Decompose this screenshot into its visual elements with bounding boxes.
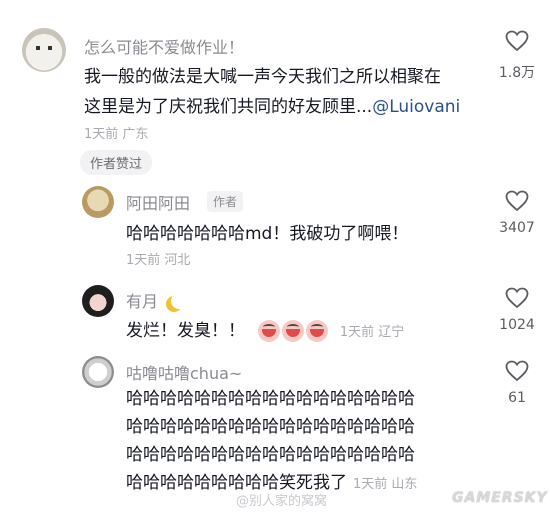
- time-location: 1天前 辽宁: [339, 325, 405, 340]
- laughing-crying-emoji-icon: [306, 320, 329, 342]
- heart-outline-icon: [505, 30, 529, 52]
- avatar-eyes: [36, 46, 52, 50]
- comment-username[interactable]: 咕噜咕噜chua~: [126, 360, 242, 384]
- like-button[interactable]: [505, 287, 529, 309]
- comment-text-line: 这里是为了庆祝我们共同的好友顾里...@Luiovani: [84, 92, 460, 122]
- avatar[interactable]: [22, 28, 66, 72]
- comment-text-line: 这里是为了庆祝我们共同的好友顾里...: [84, 97, 373, 117]
- like-count: 61: [508, 390, 526, 406]
- time-location: 1天前 河北: [126, 253, 191, 268]
- watermark: @别人家的窝窝: [236, 494, 328, 509]
- comment-username-label[interactable]: 有月: [126, 292, 158, 311]
- time-location: 1天前 山东: [353, 477, 418, 492]
- comment-text-value: 发烂！发臭！！: [126, 321, 245, 341]
- like-button[interactable]: [505, 360, 529, 382]
- comment-text: 我一般的做法是大喊一声今天我们之所以相聚在 这里是为了庆祝我们共同的好友顾里..…: [84, 62, 460, 122]
- comment-text: 哈哈哈哈哈哈哈md！我破功了啊喂！: [126, 224, 409, 244]
- heart-outline-icon: [505, 287, 529, 309]
- comment-text-line: 我一般的做法是大喊一声今天我们之所以相聚在: [84, 67, 441, 87]
- author-tag: 作者: [207, 191, 244, 212]
- comment-username[interactable]: 怎么可能不爱做作业！: [84, 34, 244, 58]
- mention-link[interactable]: @Luiovani: [372, 97, 460, 117]
- author-liked-badge: 作者赞过: [80, 150, 153, 175]
- like-count: 1.8万: [498, 65, 536, 81]
- time-location: 1天前 广东: [84, 127, 149, 142]
- avatar[interactable]: [82, 285, 114, 317]
- avatar[interactable]: [82, 186, 114, 218]
- like-count: 3407: [499, 220, 535, 236]
- avatar[interactable]: [82, 356, 114, 388]
- comment-text: 哈哈哈哈哈哈哈哈哈哈哈哈哈哈哈哈哈 哈哈哈哈哈哈哈哈哈哈哈哈哈哈哈哈哈 哈哈哈哈…: [126, 385, 417, 499]
- laughing-crying-emoji-icon: [258, 320, 281, 342]
- comment-username[interactable]: 阿田阿田: [126, 190, 190, 214]
- site-logo: GAMERSKY: [452, 490, 548, 506]
- crescent-moon-icon: [171, 293, 187, 309]
- comment-text: 发烂！发臭！！ 1天前 辽宁: [126, 316, 404, 342]
- comment-username: 有月: [126, 288, 187, 312]
- heart-outline-icon: [505, 190, 529, 212]
- heart-outline-icon: [505, 360, 529, 382]
- like-count: 1024: [499, 317, 535, 333]
- laughing-crying-emoji-icon: [282, 320, 305, 342]
- like-button[interactable]: [505, 190, 529, 212]
- comment-text-line: 哈哈哈哈哈哈哈哈哈哈哈哈哈哈哈哈哈: [126, 389, 415, 409]
- comment-text-line: 哈哈哈哈哈哈哈哈哈哈哈哈哈哈哈哈哈: [126, 417, 415, 437]
- comment-text-line: 哈哈哈哈哈哈哈哈哈哈哈哈哈哈哈哈哈: [126, 445, 415, 465]
- like-button[interactable]: [505, 30, 529, 52]
